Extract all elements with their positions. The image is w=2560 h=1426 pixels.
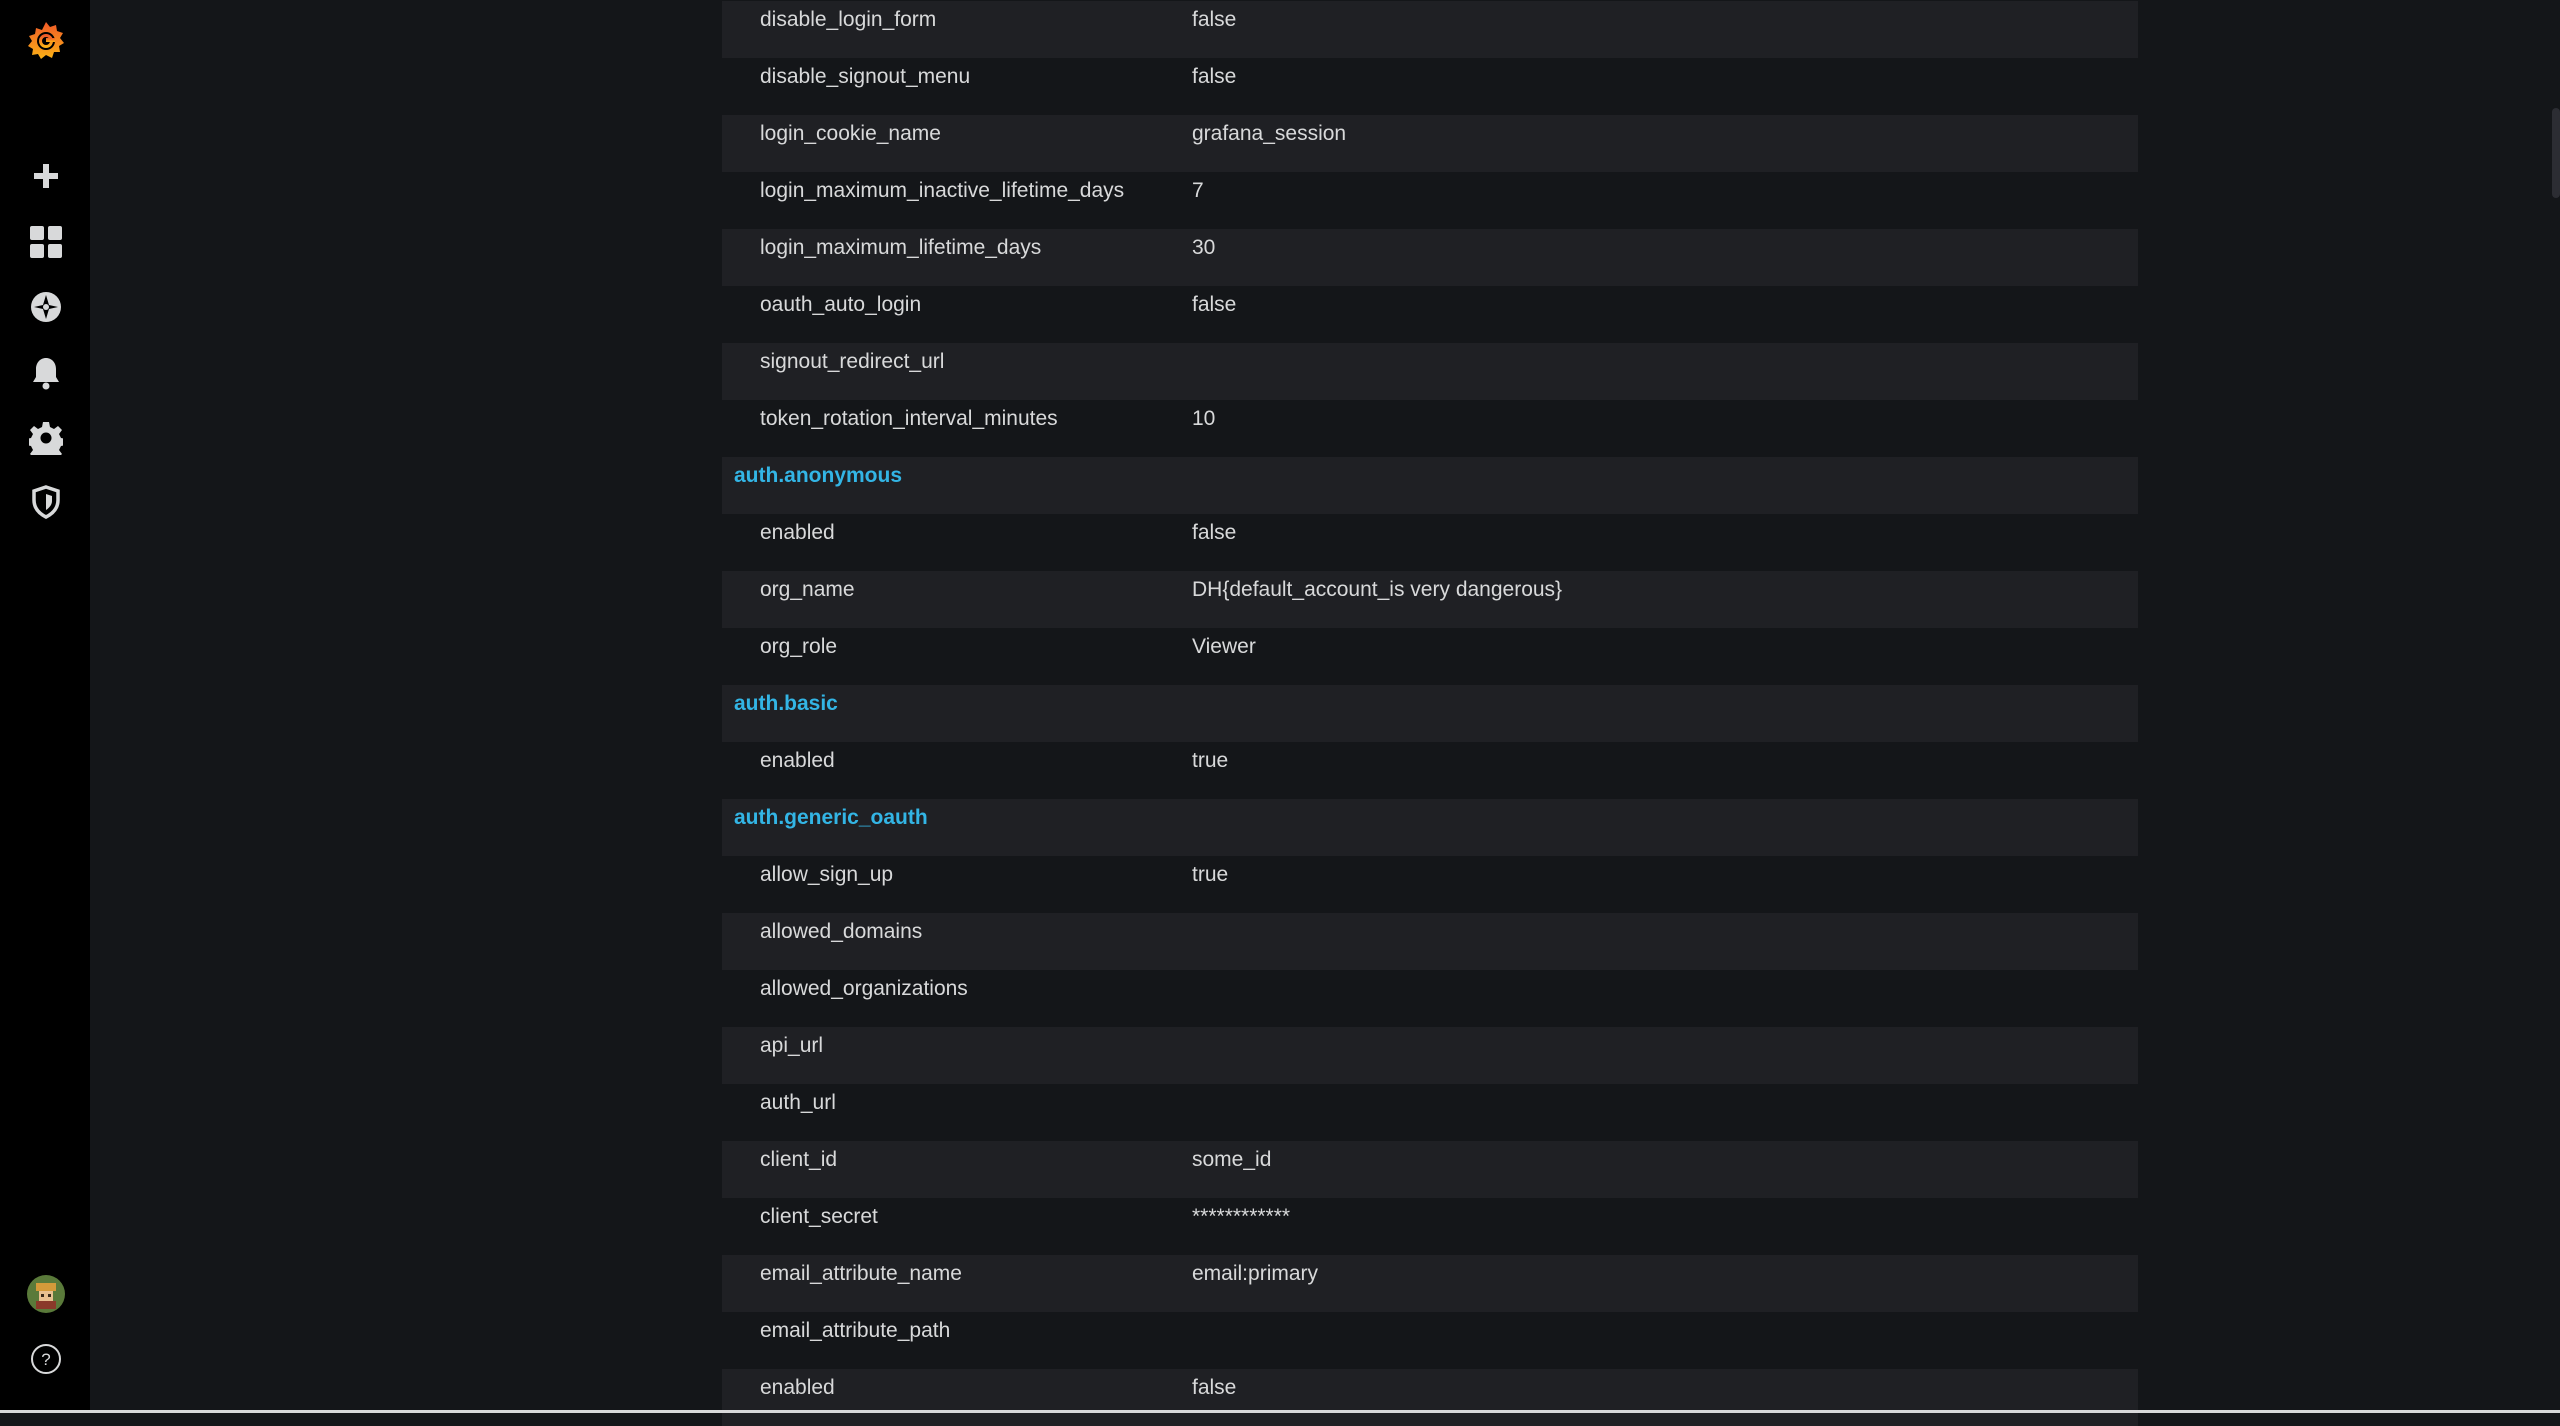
setting-key: allow_sign_up bbox=[760, 856, 893, 894]
settings-row: email_attribute_name email:primary bbox=[722, 1255, 2138, 1312]
compass-icon bbox=[29, 290, 63, 324]
settings-row: client_secret ************ bbox=[722, 1198, 2138, 1255]
alerting-bell-icon[interactable] bbox=[25, 352, 67, 394]
setting-value: DH{default_account_is very dangerous} bbox=[1192, 571, 1562, 609]
settings-row: allowed_domains bbox=[722, 913, 2138, 970]
settings-row: allowed_organizations bbox=[722, 970, 2138, 1027]
section-title: auth.generic_oauth bbox=[734, 799, 928, 837]
settings-row: enabled false bbox=[722, 514, 2138, 571]
settings-row: login_cookie_name grafana_session bbox=[722, 115, 2138, 172]
settings-row: org_name DH{default_account_is very dange… bbox=[722, 571, 2138, 628]
section-title: auth.anonymous bbox=[734, 457, 902, 495]
setting-value: grafana_session bbox=[1192, 115, 1346, 153]
settings-section-row: auth.basic bbox=[722, 685, 2138, 742]
settings-row: enabled false bbox=[722, 1369, 2138, 1426]
settings-table: disable_login_formfalsedisable_signout_m… bbox=[722, 1, 2138, 1426]
setting-value: false bbox=[1192, 514, 1236, 552]
settings-section-row: auth.anonymous bbox=[722, 457, 2138, 514]
settings-row: allow_sign_up true bbox=[722, 856, 2138, 913]
setting-key: token_rotation_interval_minutes bbox=[760, 400, 1058, 438]
explore-compass-icon[interactable] bbox=[25, 286, 67, 328]
setting-key: oauth_auto_login bbox=[760, 286, 921, 324]
sidebar-nav: ? bbox=[0, 0, 90, 1413]
settings-row: org_role Viewer bbox=[722, 628, 2138, 685]
server-admin-shield-icon[interactable] bbox=[25, 481, 67, 523]
setting-key: enabled bbox=[760, 1369, 835, 1407]
setting-value: true bbox=[1192, 742, 1228, 780]
setting-key: signout_redirect_url bbox=[760, 343, 944, 381]
setting-value: false bbox=[1192, 286, 1236, 324]
setting-value: Viewer bbox=[1192, 628, 1256, 666]
settings-row: login_maximum_lifetime_days 30 bbox=[722, 229, 2138, 286]
setting-value: false bbox=[1192, 58, 1236, 96]
setting-key: client_id bbox=[760, 1141, 837, 1179]
setting-key: enabled bbox=[760, 742, 835, 780]
settings-row: api_url bbox=[722, 1027, 2138, 1084]
setting-key: api_url bbox=[760, 1027, 823, 1065]
setting-key: login_maximum_lifetime_days bbox=[760, 229, 1041, 267]
setting-key: disable_signout_menu bbox=[760, 58, 970, 96]
main-content: disable_login_formfalsedisable_signout_m… bbox=[90, 0, 2560, 1413]
settings-section-row: auth.generic_oauth bbox=[722, 799, 2138, 856]
scrollbar-thumb[interactable] bbox=[2552, 108, 2560, 198]
setting-value: 30 bbox=[1192, 229, 1215, 267]
setting-key: email_attribute_path bbox=[760, 1312, 950, 1350]
setting-key: auth_url bbox=[760, 1084, 836, 1122]
settings-row: client_id some_id bbox=[722, 1141, 2138, 1198]
setting-key: login_cookie_name bbox=[760, 115, 941, 153]
settings-row: login_maximum_inactive_lifetime_days 7 bbox=[722, 172, 2138, 229]
settings-row: disable_signout_menu false bbox=[722, 58, 2138, 115]
setting-value: false bbox=[1192, 1, 1236, 39]
shield-icon bbox=[31, 485, 61, 519]
setting-key: email_attribute_name bbox=[760, 1255, 962, 1293]
setting-value: some_id bbox=[1192, 1141, 1271, 1179]
settings-row: token_rotation_interval_minutes 10 bbox=[722, 400, 2138, 457]
help-icon[interactable]: ? bbox=[25, 1338, 67, 1380]
dashboards-icon[interactable] bbox=[25, 221, 67, 263]
settings-row: signout_redirect_url bbox=[722, 343, 2138, 400]
setting-key: disable_login_form bbox=[760, 1, 936, 39]
settings-row: email_attribute_path bbox=[722, 1312, 2138, 1369]
setting-value: 10 bbox=[1192, 400, 1215, 438]
settings-row: oauth_auto_login false bbox=[722, 286, 2138, 343]
setting-key: client_secret bbox=[760, 1198, 878, 1236]
gear-icon bbox=[29, 421, 63, 455]
section-title: auth.basic bbox=[734, 685, 838, 723]
setting-value: true bbox=[1192, 856, 1228, 894]
plus-icon bbox=[31, 161, 61, 191]
bell-icon bbox=[31, 356, 61, 390]
setting-key: login_maximum_inactive_lifetime_days bbox=[760, 172, 1124, 210]
setting-key: enabled bbox=[760, 514, 835, 552]
question-circle-icon: ? bbox=[30, 1343, 62, 1375]
setting-key: allowed_organizations bbox=[760, 970, 968, 1008]
configuration-gear-icon[interactable] bbox=[25, 417, 67, 459]
grafana-logo-icon bbox=[25, 20, 67, 62]
grafana-logo[interactable] bbox=[25, 20, 67, 62]
settings-row: disable_login_form false bbox=[722, 1, 2138, 58]
setting-value: false bbox=[1192, 1369, 1236, 1407]
avatar-icon bbox=[27, 1275, 65, 1313]
setting-key: org_name bbox=[760, 571, 855, 609]
create-plus-icon[interactable] bbox=[25, 155, 67, 197]
setting-key: allowed_domains bbox=[760, 913, 922, 951]
dashboards-grid-icon bbox=[29, 225, 63, 259]
setting-key: org_role bbox=[760, 628, 837, 666]
svg-text:?: ? bbox=[41, 1350, 50, 1369]
setting-value: ************ bbox=[1192, 1198, 1290, 1236]
setting-value: email:primary bbox=[1192, 1255, 1318, 1293]
settings-row: auth_url bbox=[722, 1084, 2138, 1141]
settings-row: enabled true bbox=[722, 742, 2138, 799]
setting-value: 7 bbox=[1192, 172, 1204, 210]
avatar[interactable] bbox=[25, 1273, 67, 1315]
